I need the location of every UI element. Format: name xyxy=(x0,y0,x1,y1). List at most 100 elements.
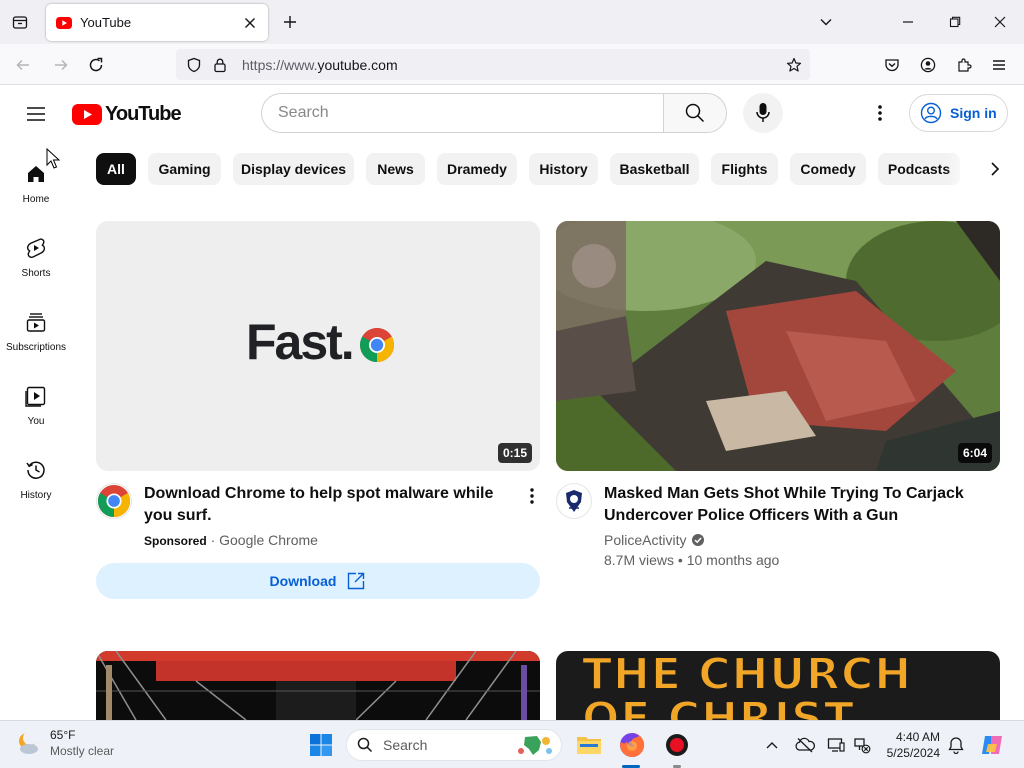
microphone-icon xyxy=(756,103,770,122)
onedrive-offline-icon[interactable] xyxy=(795,735,815,755)
restore-icon[interactable] xyxy=(945,12,965,32)
recorder-app-icon[interactable] xyxy=(663,731,691,759)
youtube-logo-icon xyxy=(72,103,102,125)
notifications-bell-icon[interactable] xyxy=(946,735,966,755)
download-cta-button[interactable]: Download xyxy=(96,563,540,599)
windows-start-icon[interactable] xyxy=(307,731,335,759)
chip-all[interactable]: All xyxy=(96,153,136,185)
chip-basketball[interactable]: Basketball xyxy=(610,153,699,185)
channel-name[interactable]: PoliceActivity xyxy=(604,530,686,550)
search-box[interactable] xyxy=(261,93,665,133)
app-menu-icon[interactable] xyxy=(988,54,1010,76)
system-clock[interactable]: 4:40 AM 5/25/2024 xyxy=(880,729,940,761)
taskbar-search-box[interactable]: Search xyxy=(346,729,562,761)
sign-in-button[interactable]: Sign in xyxy=(909,94,1008,132)
channel-avatar-policeactivity[interactable] xyxy=(556,483,592,519)
chip-gaming[interactable]: Gaming xyxy=(148,153,221,185)
account-icon[interactable] xyxy=(917,54,939,76)
search-icon xyxy=(685,103,705,123)
weather-temperature: 65°F xyxy=(50,728,76,742)
network-icon[interactable] xyxy=(852,735,872,755)
channel-avatar-google-chrome[interactable] xyxy=(96,483,132,519)
weather-widget[interactable]: 65°F Mostly clear xyxy=(14,727,114,759)
chip-flights[interactable]: Flights xyxy=(711,153,778,185)
voice-search-button[interactable] xyxy=(743,93,783,133)
video-thumbnail-row2-left[interactable] xyxy=(96,651,540,720)
taskbar-search-icon xyxy=(357,737,373,753)
list-all-tabs-icon[interactable] xyxy=(8,10,32,34)
clock-time: 4:40 AM xyxy=(895,730,940,744)
close-tab-icon[interactable] xyxy=(242,15,258,31)
video-title[interactable]: Masked Man Gets Shot While Trying To Car… xyxy=(604,483,984,527)
video-more-kebab-icon[interactable] xyxy=(522,484,542,508)
user-circle-icon xyxy=(920,102,942,124)
firefox-icon[interactable] xyxy=(618,731,646,759)
mini-guide: Home Shorts Subscriptions You History xyxy=(0,142,72,718)
police-badge-avatar-icon xyxy=(558,485,590,517)
search-button[interactable] xyxy=(663,93,727,133)
settings-kebab-icon[interactable] xyxy=(868,101,892,125)
chip-history[interactable]: History xyxy=(529,153,598,185)
video-thumbnail-chrome-ad[interactable]: Fast. 0:15 xyxy=(96,221,540,471)
browser-tab-strip: YouTube xyxy=(0,0,1024,44)
history-icon xyxy=(24,458,48,482)
reload-icon[interactable] xyxy=(85,54,107,76)
pocket-icon[interactable] xyxy=(881,54,903,76)
weather-moon-cloud-icon xyxy=(19,731,38,754)
display-icon[interactable] xyxy=(826,735,846,755)
chip-display-devices[interactable]: Display devices xyxy=(233,153,354,185)
youtube-logo[interactable]: YouTube xyxy=(72,102,182,126)
new-tab-icon[interactable] xyxy=(280,12,300,32)
browser-navigation-bar: https://www.youtube.com xyxy=(0,44,1024,85)
video-thumbnail-row2-right[interactable]: THE CHURCH OF CHRIST xyxy=(556,651,1000,720)
file-explorer-icon[interactable] xyxy=(575,731,603,759)
chip-news[interactable]: News xyxy=(366,153,425,185)
chip-next-chevron-icon[interactable] xyxy=(982,156,1008,182)
upload-age: 10 months ago xyxy=(686,552,780,568)
you-icon xyxy=(24,384,48,408)
guide-item-subscriptions[interactable]: Subscriptions xyxy=(0,290,72,360)
search-highlight-africa-icon xyxy=(518,736,552,755)
guide-item-shorts[interactable]: Shorts xyxy=(0,216,72,286)
show-hidden-icons-chevron-icon[interactable] xyxy=(762,735,782,755)
guide-label: Shorts xyxy=(21,268,51,279)
copilot-icon[interactable] xyxy=(978,731,1006,759)
youtube-favicon-icon xyxy=(56,16,72,29)
extensions-icon[interactable] xyxy=(953,54,975,76)
guide-item-history[interactable]: History xyxy=(0,438,72,508)
chip-fade xyxy=(946,152,976,186)
url-prefix: https://www. xyxy=(242,56,318,73)
close-window-icon[interactable] xyxy=(990,12,1010,32)
chrome-logo-icon xyxy=(359,328,394,362)
bookmark-star-icon[interactable] xyxy=(786,57,802,73)
taskbar-search-label: Search xyxy=(383,737,428,753)
channel-row: PoliceActivity xyxy=(604,530,705,550)
video-title[interactable]: Download Chrome to help spot malware whi… xyxy=(144,483,514,527)
chip-dramedy[interactable]: Dramedy xyxy=(437,153,517,185)
guide-item-you[interactable]: You xyxy=(0,364,72,434)
thumbnail-fast-text: Fast. xyxy=(246,314,355,370)
guide-item-home[interactable]: Home xyxy=(0,142,72,212)
guide-label: You xyxy=(27,416,45,427)
url-text[interactable]: https://www.youtube.com xyxy=(242,57,776,73)
guide-menu-icon[interactable] xyxy=(24,102,48,126)
video-thumbnail-police[interactable]: 6:04 xyxy=(556,221,1000,471)
browser-tab-youtube[interactable]: YouTube xyxy=(46,4,268,41)
lock-icon[interactable] xyxy=(212,57,228,73)
channel-name[interactable]: Google Chrome xyxy=(219,532,318,548)
chrome-avatar-icon xyxy=(97,484,131,518)
meta-separator: · xyxy=(210,532,216,548)
back-icon[interactable] xyxy=(12,54,34,76)
minimize-icon[interactable] xyxy=(898,12,918,32)
url-domain: youtube.com xyxy=(317,56,398,73)
view-count: 8.7M views xyxy=(604,552,675,568)
tracking-protection-shield-icon[interactable] xyxy=(186,57,202,73)
thumbnail-church-text: THE CHURCH OF CHRIST xyxy=(581,651,913,721)
forward-icon[interactable] xyxy=(50,54,72,76)
thumbnail-image xyxy=(96,651,540,720)
address-bar[interactable]: https://www.youtube.com xyxy=(176,49,810,80)
meta-separator: • xyxy=(677,552,683,568)
tab-overflow-chevron-icon[interactable] xyxy=(816,12,836,32)
search-input[interactable] xyxy=(278,104,665,122)
chip-comedy[interactable]: Comedy xyxy=(790,153,866,185)
